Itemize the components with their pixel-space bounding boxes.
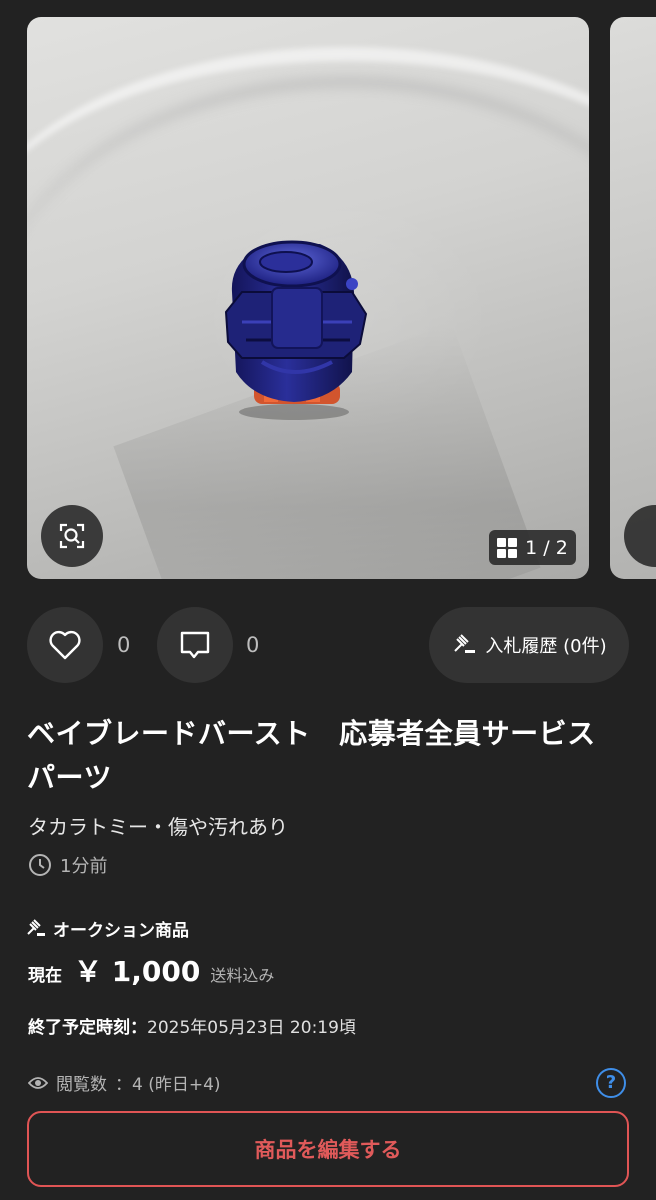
like-count: 0: [117, 633, 131, 657]
views-label: 閲覧数: [56, 1075, 107, 1095]
grid-icon: [497, 537, 518, 558]
image-counter-current: 1: [525, 536, 538, 559]
eye-icon: [28, 1076, 48, 1089]
beyblade-part-image: [224, 240, 368, 420]
chat-bubble-icon: [180, 631, 210, 659]
auction-label-text: オークション商品: [53, 921, 189, 941]
image-counter-total: 2: [555, 536, 568, 559]
views-value: ：4 (昨日+4): [115, 1075, 221, 1095]
gavel-icon: [454, 634, 476, 653]
heart-icon: [49, 630, 81, 660]
clock-icon: [29, 854, 51, 876]
next-photo-preview[interactable]: [610, 17, 656, 579]
edit-item-button[interactable]: 商品を編集する: [27, 1111, 629, 1187]
gavel-icon: [27, 918, 45, 936]
end-time-row: 終了予定時刻：2025年05月23日 20:19頃: [28, 1013, 356, 1038]
price-row: 現在 ￥ 1,000 送料込み: [28, 950, 274, 990]
comment-count: 0: [246, 633, 260, 657]
price-value: ￥ 1,000: [74, 955, 201, 988]
zoom-scan-icon: [59, 523, 85, 549]
like-button[interactable]: [27, 607, 103, 683]
end-time-label: 終了予定時刻：: [28, 1018, 147, 1038]
image-carousel[interactable]: 1 / 2: [0, 0, 656, 600]
image-counter: 1 / 2: [489, 530, 576, 565]
posted-time: 1分前: [28, 852, 107, 878]
bid-history-button[interactable]: 入札履歴 (0件): [429, 607, 629, 683]
bid-history-label: 入札履歴 (0件): [485, 636, 607, 657]
item-title: ベイブレードバースト 応募者全員サービス パーツ: [27, 717, 625, 794]
views-row: 閲覧数 ：4 (昨日+4): [28, 1070, 221, 1095]
product-photo[interactable]: [27, 17, 589, 579]
zoom-button[interactable]: [41, 505, 103, 567]
item-subtitle: タカラトミー・傷や汚れあり: [28, 815, 288, 839]
comment-button[interactable]: [157, 607, 233, 683]
help-icon[interactable]: ?: [596, 1068, 626, 1098]
image-counter-separator: /: [543, 536, 550, 559]
shipping-note: 送料込み: [210, 966, 275, 985]
end-time-value: 2025年05月23日 20:19頃: [147, 1018, 356, 1038]
price-prefix: 現在: [28, 966, 62, 986]
posted-time-text: 1分前: [60, 856, 108, 877]
auction-label: オークション商品: [25, 916, 189, 941]
